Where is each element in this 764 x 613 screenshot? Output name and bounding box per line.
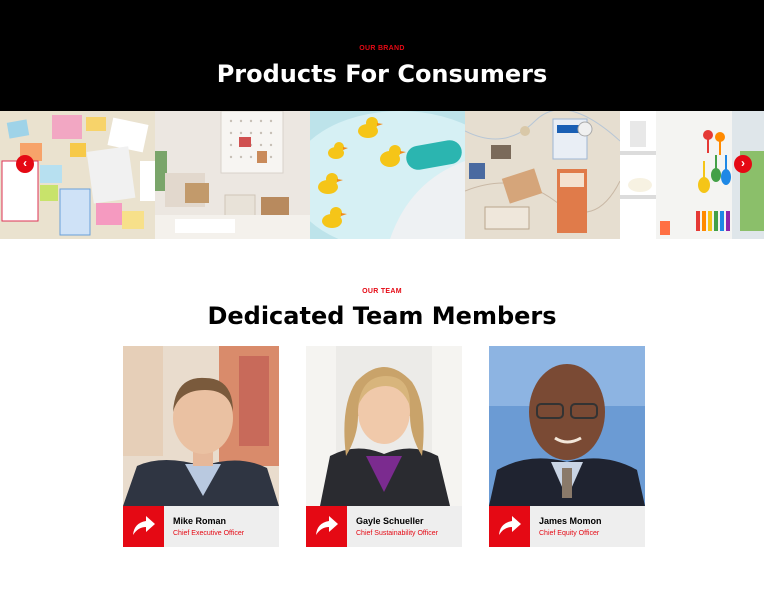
share-arrow-icon <box>133 516 155 535</box>
chevron-left-icon: ‹ <box>23 156 27 170</box>
member-role: Chief Executive Officer <box>173 530 245 537</box>
rubber-ducks-slide[interactable] <box>310 111 465 239</box>
member-photo <box>123 346 279 506</box>
member-info: Mike Roman Chief Executive Officer <box>123 506 279 547</box>
team-card[interactable]: Mike Roman Chief Executive Officer <box>123 346 279 547</box>
brand-hero: OUR BRAND Products For Consumers <box>0 0 764 111</box>
brand-title: Products For Consumers <box>216 60 548 88</box>
member-role: Chief Equity Officer <box>539 530 600 537</box>
team-title: Dedicated Team Members <box>207 302 557 330</box>
share-arrow-icon <box>316 516 338 535</box>
member-info: James Momon Chief Equity Officer <box>489 506 645 547</box>
team-card[interactable]: James Momon Chief Equity Officer <box>489 346 645 547</box>
carousel-next-button[interactable]: › <box>734 155 752 173</box>
team-eyebrow: OUR TEAM <box>362 288 402 295</box>
carousel-prev-button[interactable]: ‹ <box>16 155 34 173</box>
member-info: Gayle Schueller Chief Sustainability Off… <box>306 506 462 547</box>
product-carousel[interactable] <box>0 111 764 239</box>
brand-eyebrow: OUR BRAND <box>359 45 405 52</box>
share-arrow-icon <box>499 516 521 535</box>
member-name: James Momon <box>539 516 602 526</box>
team-card[interactable]: Gayle Schueller Chief Sustainability Off… <box>306 346 462 547</box>
share-button[interactable] <box>123 506 164 547</box>
sticky-notes-slide[interactable] <box>0 111 155 239</box>
member-name: Mike Roman <box>173 516 227 526</box>
share-button[interactable] <box>489 506 530 547</box>
member-name: Gayle Schueller <box>356 516 424 526</box>
member-photo <box>306 346 462 506</box>
member-role: Chief Sustainability Officer <box>356 530 438 537</box>
chevron-right-icon: › <box>741 156 745 170</box>
organized-desk-slide[interactable] <box>155 111 310 239</box>
share-button[interactable] <box>306 506 347 547</box>
member-photo <box>489 346 645 506</box>
first-aid-map-slide[interactable] <box>465 111 620 239</box>
kitchen-hooks-slide[interactable] <box>620 111 764 239</box>
